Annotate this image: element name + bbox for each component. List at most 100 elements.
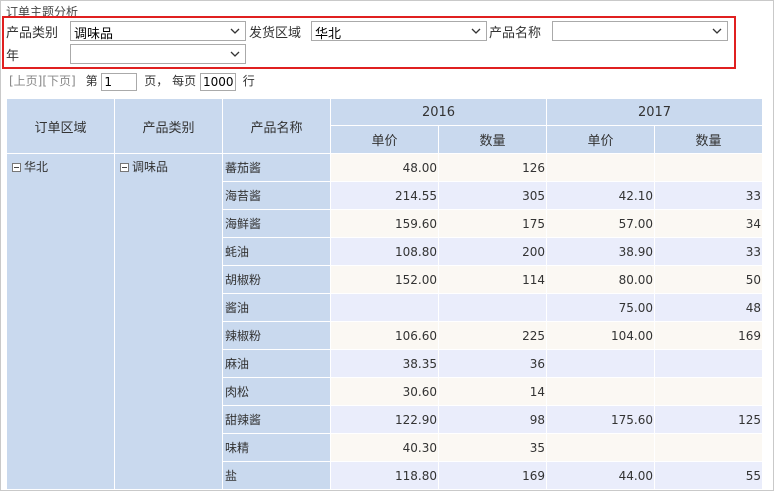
region-filter-value: 华北 bbox=[315, 27, 342, 42]
qty-2016-cell: 36 bbox=[438, 349, 547, 378]
qty-2017-cell: 33 bbox=[654, 181, 763, 210]
product-name-cell: 海鲜酱 bbox=[222, 209, 331, 238]
qty-2016-cell: 98 bbox=[438, 405, 547, 434]
column-header-category: 产品类别 bbox=[114, 98, 223, 154]
product-name-cell: 辣椒粉 bbox=[222, 321, 331, 350]
qty-2017-cell bbox=[654, 377, 763, 406]
product-name-cell: 酱油 bbox=[222, 293, 331, 322]
rows-per-page-input[interactable]: 1000 bbox=[199, 72, 236, 91]
year-filter-select[interactable] bbox=[70, 44, 246, 64]
qty-2017-cell: 125 bbox=[654, 405, 763, 434]
product-name-cell: 麻油 bbox=[222, 349, 331, 378]
product-name-cell: 海苔酱 bbox=[222, 181, 331, 210]
product-name-cell: 盐 bbox=[222, 461, 331, 490]
column-header-qty-2017: 数量 bbox=[654, 125, 763, 154]
product-name-cell: 味精 bbox=[222, 433, 331, 462]
price-2017-cell bbox=[546, 433, 655, 462]
product-name-cell: 蕃茄酱 bbox=[222, 153, 331, 182]
price-2016-cell: 152.00 bbox=[330, 265, 439, 294]
price-2016-cell: 159.60 bbox=[330, 209, 439, 238]
page-prefix: 第 bbox=[85, 74, 98, 88]
qty-2016-cell: 175 bbox=[438, 209, 547, 238]
product-filter-label: 产品名称 bbox=[489, 26, 542, 41]
collapse-icon[interactable] bbox=[120, 163, 129, 172]
year-filter-label: 年 bbox=[6, 49, 20, 64]
product-name-cell: 胡椒粉 bbox=[222, 265, 331, 294]
column-header-region: 订单区域 bbox=[6, 98, 115, 154]
column-header-year-2017: 2017 bbox=[546, 98, 763, 126]
qty-2017-cell bbox=[654, 433, 763, 462]
price-2017-cell: 38.90 bbox=[546, 237, 655, 266]
price-2017-cell bbox=[546, 153, 655, 182]
price-2017-cell: 57.00 bbox=[546, 209, 655, 238]
qty-2017-cell: 50 bbox=[654, 265, 763, 294]
page-number-input[interactable]: 1 bbox=[101, 72, 138, 91]
column-header-product: 产品名称 bbox=[222, 98, 331, 154]
column-header-price-2017: 单价 bbox=[546, 125, 655, 154]
qty-2017-cell: 169 bbox=[654, 321, 763, 350]
chevron-down-icon bbox=[712, 28, 722, 34]
price-2016-cell: 40.30 bbox=[330, 433, 439, 462]
price-2016-cell: 48.00 bbox=[330, 153, 439, 182]
price-2016-cell: 38.35 bbox=[330, 349, 439, 378]
pivot-table: 订单区域 产品类别 产品名称 2016 2017 单价 数量 单价 数量 华北 调… bbox=[6, 98, 763, 490]
report-frame: 订单主题分析 产品类别 调味品 发货区域 华北 产品名称 年 [上页][下页] … bbox=[0, 0, 774, 491]
per-page-prefix: 每页 bbox=[172, 74, 197, 88]
filter-panel: 产品类别 调味品 发货区域 华北 产品名称 年 bbox=[2, 16, 736, 69]
category-filter-select[interactable]: 调味品 bbox=[70, 21, 246, 42]
price-2016-cell: 30.60 bbox=[330, 377, 439, 406]
price-2016-cell: 118.80 bbox=[330, 461, 439, 490]
product-name-cell: 甜辣酱 bbox=[222, 405, 331, 434]
chevron-down-icon bbox=[230, 28, 240, 34]
category-group-label: 调味品 bbox=[132, 160, 169, 174]
pagination-bar: [上页][下页] 第 1 页， 每页 1000 行 bbox=[9, 72, 255, 92]
region-group-label: 华北 bbox=[24, 160, 49, 174]
price-2017-cell: 104.00 bbox=[546, 321, 655, 350]
qty-2016-cell: 114 bbox=[438, 265, 547, 294]
qty-2017-cell: 55 bbox=[654, 461, 763, 490]
per-page-suffix: 行 bbox=[242, 74, 255, 88]
qty-2016-cell: 200 bbox=[438, 237, 547, 266]
collapse-icon[interactable] bbox=[12, 163, 21, 172]
category-group-cell: 调味品 bbox=[114, 153, 223, 490]
price-2017-cell: 80.00 bbox=[546, 265, 655, 294]
price-2016-cell: 214.55 bbox=[330, 181, 439, 210]
region-group-cell: 华北 bbox=[6, 153, 115, 490]
price-2016-cell: 122.90 bbox=[330, 405, 439, 434]
table-row: 华北 调味品 蕃茄酱 48.00 126 bbox=[6, 153, 763, 490]
region-filter-select[interactable]: 华北 bbox=[311, 21, 487, 42]
price-2017-cell bbox=[546, 349, 655, 378]
price-2017-cell: 175.60 bbox=[546, 405, 655, 434]
qty-2016-cell bbox=[438, 293, 547, 322]
column-header-price-2016: 单价 bbox=[330, 125, 439, 154]
product-name-cell: 蚝油 bbox=[222, 237, 331, 266]
category-filter-label: 产品类别 bbox=[6, 26, 59, 41]
price-2017-cell: 75.00 bbox=[546, 293, 655, 322]
price-2016-cell: 108.80 bbox=[330, 237, 439, 266]
qty-2016-cell: 225 bbox=[438, 321, 547, 350]
price-2017-cell bbox=[546, 377, 655, 406]
column-header-qty-2016: 数量 bbox=[438, 125, 547, 154]
category-filter-value: 调味品 bbox=[74, 27, 114, 42]
price-2016-cell: 106.60 bbox=[330, 321, 439, 350]
qty-2017-cell bbox=[654, 153, 763, 182]
qty-2017-cell: 33 bbox=[654, 237, 763, 266]
column-header-year-2016: 2016 bbox=[330, 98, 547, 126]
chevron-down-icon bbox=[230, 51, 240, 57]
qty-2017-cell: 34 bbox=[654, 209, 763, 238]
qty-2017-cell: 48 bbox=[654, 293, 763, 322]
qty-2016-cell: 169 bbox=[438, 461, 547, 490]
qty-2016-cell: 126 bbox=[438, 153, 547, 182]
product-name-cell: 肉松 bbox=[222, 377, 331, 406]
price-2016-cell bbox=[330, 293, 439, 322]
qty-2016-cell: 305 bbox=[438, 181, 547, 210]
region-filter-label: 发货区域 bbox=[249, 26, 302, 41]
chevron-down-icon bbox=[471, 28, 481, 34]
qty-2016-cell: 35 bbox=[438, 433, 547, 462]
next-page-link[interactable]: [下页] bbox=[42, 74, 75, 88]
product-filter-select[interactable] bbox=[552, 21, 728, 41]
price-2017-cell: 42.10 bbox=[546, 181, 655, 210]
price-2017-cell: 44.00 bbox=[546, 461, 655, 490]
qty-2017-cell bbox=[654, 349, 763, 378]
prev-page-link[interactable]: [上页] bbox=[9, 74, 42, 88]
